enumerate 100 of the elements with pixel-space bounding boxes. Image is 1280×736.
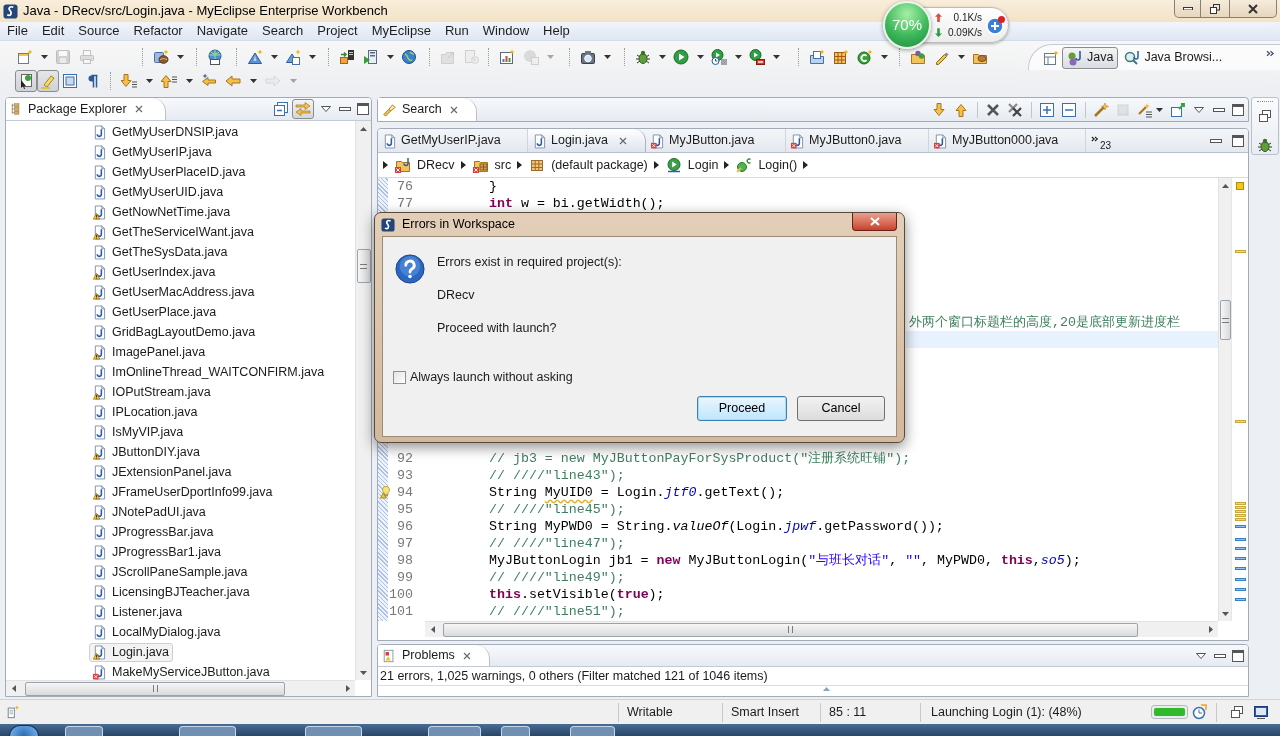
wand-icon[interactable]	[1093, 101, 1109, 118]
caret-icon[interactable]	[176, 55, 184, 59]
menu-item[interactable]: Search	[255, 23, 311, 39]
scroll-up-arrow-icon[interactable]	[1221, 183, 1229, 188]
restore-icon[interactable]	[1231, 706, 1243, 718]
menu-item[interactable]: Navigate	[189, 23, 255, 39]
double-x-mark-icon[interactable]	[1007, 101, 1023, 118]
tree-item[interactable]: GetUserMacAddress.java	[89, 282, 259, 302]
menu-item[interactable]: MyEclipse	[364, 23, 438, 39]
left-arrow-star-icon[interactable]	[201, 73, 217, 89]
tree-item[interactable]: ImOnlineThread_WAITCONFIRM.java	[89, 362, 329, 382]
tree-item[interactable]: GetNowNetTime.java	[89, 202, 235, 222]
view-tab[interactable]: Problems	[378, 645, 490, 666]
x-mark-icon[interactable]	[985, 101, 1001, 118]
minimize-icon[interactable]	[1213, 107, 1225, 112]
tree-item[interactable]: GetUserIndex.java	[89, 262, 220, 282]
tree-item[interactable]: GetTheSysData.java	[89, 242, 232, 262]
view-menu-icon[interactable]	[1196, 652, 1206, 659]
tree-item[interactable]: JFrameUserDportInfo99.java	[89, 482, 277, 502]
tree-item[interactable]: GetTheServiceIWant.java	[89, 222, 258, 242]
caret-icon[interactable]	[734, 55, 742, 59]
perspective-button[interactable]: Java Browsi...	[1119, 46, 1228, 69]
breadcrumb-arrow-icon[interactable]	[653, 161, 659, 169]
triangle-sparkle-icon[interactable]	[247, 49, 263, 65]
tree-item[interactable]: GetMyUserPlaceID.java	[89, 162, 250, 182]
globe-icon[interactable]	[401, 49, 417, 65]
breadcrumb-arrow-icon[interactable]	[460, 161, 466, 169]
folder-page-icon[interactable]	[809, 49, 825, 65]
scroll-down-arrow-icon[interactable]	[1221, 611, 1229, 616]
close-icon[interactable]	[449, 105, 458, 114]
overview-marker[interactable]	[1235, 525, 1246, 528]
scrollbar-thumb[interactable]	[443, 622, 1138, 637]
triangle-page-icon[interactable]	[285, 49, 301, 65]
minimize-icon[interactable]	[1214, 653, 1226, 658]
view-menu-icon[interactable]	[321, 106, 331, 112]
overview-marker[interactable]	[1235, 514, 1246, 517]
editor-tab[interactable]: MyJButton0.java	[786, 129, 929, 152]
tree-item[interactable]: JButtonDIY.java	[89, 442, 205, 462]
minimize-icon[interactable]	[339, 107, 351, 111]
tree-item[interactable]: ImagePanel.java	[89, 342, 210, 362]
checkbox[interactable]	[393, 370, 406, 384]
overview-marker[interactable]	[1235, 250, 1246, 253]
scroll-down-arrow-icon[interactable]	[360, 670, 367, 675]
overview-marker[interactable]	[1235, 518, 1246, 521]
overview-marker[interactable]	[1235, 502, 1246, 505]
view-tab[interactable]: Search	[378, 98, 477, 121]
breadcrumb-item[interactable]: DRecv	[395, 155, 455, 175]
caret-icon[interactable]	[880, 55, 888, 59]
play-clock-icon[interactable]	[711, 49, 727, 65]
caret-icon[interactable]	[696, 55, 704, 59]
bean-folder-icon[interactable]	[153, 49, 169, 65]
window-sparkle-icon[interactable]	[17, 49, 33, 65]
editor-tab[interactable]: MyJButton000.java	[929, 129, 1086, 152]
overview-marker[interactable]	[1235, 510, 1246, 513]
up-arrow-icon[interactable]	[953, 101, 969, 118]
breadcrumb-item[interactable]: src	[472, 155, 512, 175]
more-tabs-button[interactable]: 23	[1091, 129, 1112, 152]
circle-c-icon[interactable]	[857, 49, 873, 65]
restore-icon[interactable]	[1259, 110, 1271, 122]
back-arrow-icon[interactable]	[225, 73, 241, 89]
scrollbar-thumb[interactable]	[25, 681, 285, 696]
overview-marker[interactable]	[1235, 538, 1246, 541]
tree-item[interactable]: GetMyUserIP.java	[89, 142, 216, 162]
close-icon[interactable]	[134, 105, 143, 113]
close-button[interactable]	[852, 213, 897, 231]
scroll-left-arrow-icon[interactable]	[430, 626, 435, 633]
scroll-right-arrow-icon[interactable]	[345, 685, 350, 692]
menu-item[interactable]: Project	[310, 23, 365, 39]
warning-summary-marker[interactable]	[1236, 182, 1244, 190]
page-sparkle-icon[interactable]	[6, 704, 20, 720]
tree-item[interactable]: JProgressBar.java	[89, 522, 218, 542]
breadcrumb-arrow-icon[interactable]	[724, 161, 730, 169]
scrollbar-thumb[interactable]	[1219, 300, 1231, 340]
menu-item[interactable]: Window	[475, 23, 537, 39]
tree-item[interactable]: Login.java	[89, 642, 173, 662]
maximize-icon[interactable]	[1232, 649, 1244, 662]
checkbox-label[interactable]: Always launch without asking	[410, 369, 573, 385]
play-icon[interactable]	[673, 49, 689, 65]
double-chevron-icon[interactable]	[1266, 50, 1275, 57]
chart-page-icon[interactable]	[499, 49, 515, 65]
caret-icon[interactable]	[603, 55, 611, 59]
maximize-icon[interactable]	[1232, 134, 1244, 147]
table-sparkle-icon[interactable]	[1043, 49, 1059, 66]
down-arrow-list-icon[interactable]	[121, 73, 137, 89]
menu-item[interactable]: Source	[71, 23, 127, 39]
toggle-button[interactable]	[15, 70, 37, 92]
tree-item[interactable]: GridBagLayoutDemo.java	[89, 322, 260, 342]
overview-marker[interactable]	[1235, 420, 1246, 423]
overview-marker[interactable]	[1235, 557, 1246, 560]
overview-marker[interactable]	[1235, 547, 1246, 550]
menu-item[interactable]: Run	[437, 23, 476, 39]
editor-tab[interactable]: Login.java	[528, 129, 646, 152]
box-arrow-icon[interactable]	[1170, 101, 1186, 118]
maximize-icon[interactable]	[1232, 103, 1244, 116]
overview-marker[interactable]	[1235, 588, 1246, 591]
tree-item[interactable]: JScrollPaneSample.java	[89, 562, 252, 582]
perspective-button[interactable]: Java	[1062, 46, 1119, 69]
toggle-button[interactable]	[37, 70, 59, 92]
caret-icon[interactable]	[1156, 107, 1163, 112]
caret-icon[interactable]	[249, 79, 257, 83]
